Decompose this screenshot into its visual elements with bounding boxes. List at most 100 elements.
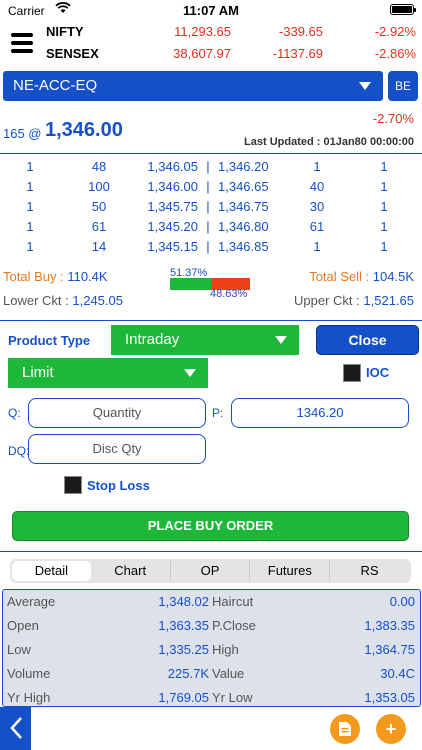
product-type-label: Product Type	[8, 333, 91, 348]
symbol-name: NE-ACC-EQ	[13, 77, 98, 94]
total-sell-value: 104.5K	[372, 269, 414, 284]
depth-separator: |	[206, 179, 210, 194]
price-label: P:	[212, 406, 224, 420]
depth-row: 1 61 1,345.20 | 1,346.80 61 1	[0, 217, 422, 237]
depth-row: 1 100 1,346.00 | 1,346.65 40 1	[0, 177, 422, 197]
sell-qty: 61	[309, 219, 325, 234]
percent-change: -2.70%	[372, 111, 414, 126]
place-buy-order-button[interactable]: PLACE BUY ORDER	[12, 511, 409, 541]
lower-ckt-value: 1,245.05	[72, 293, 123, 308]
buy-orders: 1	[26, 199, 34, 214]
close-button[interactable]: Close	[316, 325, 419, 355]
exchange-button[interactable]: BE	[388, 71, 418, 101]
product-type-value: Intraday	[125, 331, 180, 348]
tab-futures[interactable]: Futures	[250, 561, 331, 581]
index-row-nifty: NIFTY 11,293.65 -339.65 -2.92%	[0, 24, 422, 46]
index-value: 11,293.65	[174, 24, 231, 39]
divider	[0, 320, 422, 321]
detail-label: Yr High	[7, 690, 51, 705]
ioc-label: IOC	[366, 365, 390, 380]
buy-qty: 14	[91, 239, 107, 254]
plus-icon[interactable]: +	[376, 714, 406, 744]
status-time: 11:07 AM	[183, 3, 239, 18]
detail-value: 30.4C	[380, 666, 415, 681]
sell-qty: 30	[309, 199, 325, 214]
price-input[interactable]: 1346.20	[231, 398, 409, 428]
quantity-label: Q:	[8, 406, 21, 420]
symbol-dropdown[interactable]: NE-ACC-EQ	[3, 71, 383, 101]
buy-qty: 100	[88, 179, 110, 194]
tab-op[interactable]: OP	[171, 561, 251, 581]
tab-detail[interactable]: Detail	[12, 561, 91, 581]
last-traded-price: 1,346.00	[45, 119, 123, 141]
upper-ckt-value: 1,521.65	[363, 293, 414, 308]
bid-price: 1,345.75	[147, 199, 198, 214]
detail-value: 1,353.05	[364, 690, 415, 705]
index-name: SENSEX	[46, 46, 99, 61]
depth-row: 1 48 1,346.05 | 1,346.20 1 1	[0, 157, 422, 177]
disc-qty-input[interactable]: Disc Qty	[28, 434, 206, 464]
index-row-sensex: SENSEX 38,607.97 -1137.69 -2.86%	[0, 46, 422, 68]
disc-qty-label: DQ:	[8, 444, 30, 458]
index-change: -339.65	[278, 24, 323, 39]
detail-label: Open	[7, 618, 39, 633]
sell-orders: 1	[380, 179, 388, 194]
detail-label: Haircut	[212, 594, 254, 609]
index-change: -1137.69	[272, 46, 323, 61]
status-bar: Carrier 11:07 AM	[0, 0, 422, 20]
detail-value: 1,364.75	[364, 642, 415, 657]
depth-separator: |	[206, 199, 210, 214]
ask-price: 1,346.80	[218, 219, 269, 234]
buy-orders: 1	[26, 239, 34, 254]
detail-label: Volume	[7, 666, 51, 681]
quantity-input[interactable]: Quantity	[28, 398, 206, 428]
chevron-left-icon[interactable]	[0, 707, 31, 750]
sell-percent: 48.63%	[210, 288, 248, 300]
detail-value: 1,348.02	[158, 594, 209, 609]
chevron-down-icon	[359, 82, 371, 90]
ask-price: 1,346.65	[218, 179, 269, 194]
total-sell-label: Total Sell :	[309, 269, 370, 284]
buy-qty: 48	[91, 159, 107, 174]
sell-qty: 40	[309, 179, 325, 194]
detail-label: Yr Low	[212, 690, 253, 705]
detail-label: Value	[212, 666, 245, 681]
divider	[0, 551, 422, 552]
bid-price: 1,346.00	[147, 179, 198, 194]
tab-chart[interactable]: Chart	[91, 561, 171, 581]
index-percent: -2.86%	[374, 46, 416, 61]
depth-row: 1 14 1,345.15 | 1,346.85 1 1	[0, 237, 422, 257]
order-type-dropdown[interactable]: Limit	[8, 358, 208, 388]
ask-price: 1,346.20	[218, 159, 269, 174]
market-depth-table: 1 48 1,346.05 | 1,346.20 1 1 1 100 1,346…	[0, 157, 422, 257]
depth-separator: |	[206, 219, 210, 234]
detail-value: 1,363.35	[158, 618, 209, 633]
detail-panel: Average 1,348.02 Haircut 0.00 Open 1,363…	[2, 589, 421, 707]
upper-ckt-label: Upper Ckt :	[294, 293, 360, 308]
product-type-dropdown[interactable]: Intraday	[111, 325, 299, 355]
ask-price: 1,346.85	[218, 239, 269, 254]
detail-value: 225.7K	[167, 666, 209, 681]
sell-qty: 1	[313, 159, 321, 174]
index-percent: -2.92%	[374, 24, 416, 39]
lower-circuit: Lower Ckt : 1,245.05	[3, 293, 123, 308]
total-buy-value: 110.4K	[67, 269, 108, 284]
stop-loss-checkbox[interactable]	[64, 476, 82, 494]
chevron-down-icon	[275, 336, 287, 344]
document-icon[interactable]	[330, 714, 360, 744]
detail-label: Low	[7, 642, 31, 657]
detail-tabs: Detail Chart OP Futures RS	[10, 559, 411, 583]
buy-orders: 1	[26, 179, 34, 194]
index-name: NIFTY	[46, 24, 84, 39]
ltp-qty: 165 @	[3, 126, 42, 141]
index-value: 38,607.97	[173, 46, 231, 61]
detail-value: 1,335.25	[158, 642, 209, 657]
tab-rs[interactable]: RS	[330, 561, 409, 581]
battery-icon	[390, 4, 416, 15]
detail-row: Average 1,348.02 Haircut 0.00	[3, 590, 420, 614]
bid-price: 1,345.15	[147, 239, 198, 254]
buy-ratio-fill	[170, 278, 212, 290]
bid-price: 1,345.20	[147, 219, 198, 234]
ioc-checkbox[interactable]	[343, 364, 361, 382]
sell-orders: 1	[380, 219, 388, 234]
